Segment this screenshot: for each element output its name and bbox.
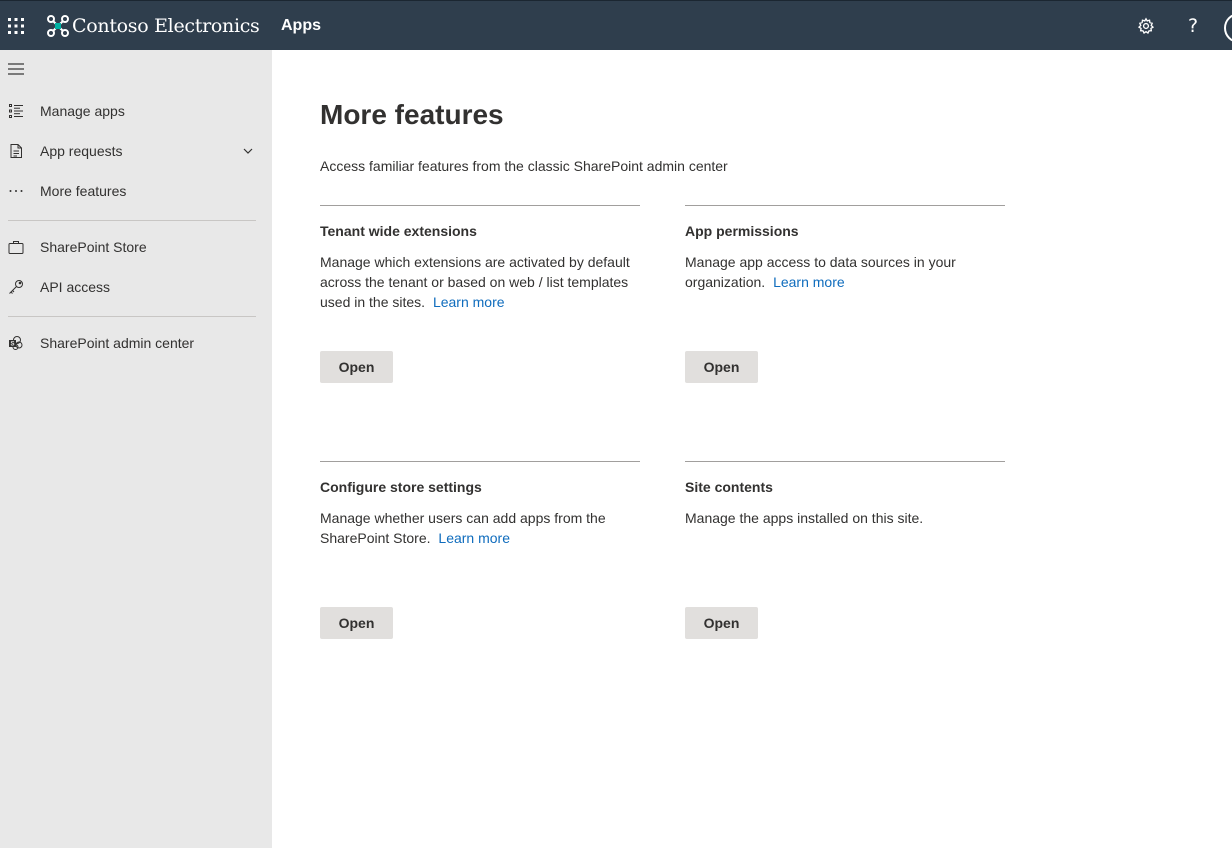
list-icon [7, 102, 25, 120]
nav-divider [8, 316, 256, 317]
card-title: Site contents [685, 479, 773, 495]
briefcase-icon [7, 238, 25, 256]
nav-item-more-features[interactable]: More features [0, 171, 272, 211]
app-launcher-waffle-icon[interactable] [8, 18, 24, 34]
open-button[interactable]: Open [320, 351, 393, 383]
open-button[interactable]: Open [320, 607, 393, 639]
nav-item-sharepoint-store[interactable]: SharePoint Store [0, 227, 272, 267]
chevron-down-icon[interactable] [241, 144, 255, 158]
nav-item-sharepoint-admin-center[interactable]: S SharePoint admin center [0, 323, 272, 363]
nav-item-label: App requests [40, 143, 123, 159]
nav-item-label: More features [40, 183, 127, 199]
nav-item-label: SharePoint Store [40, 239, 147, 255]
page-title: More features [320, 99, 504, 130]
card-title: Configure store settings [320, 479, 482, 495]
contoso-logo-icon [46, 14, 70, 38]
nav-item-label: SharePoint admin center [40, 335, 195, 351]
card-title: Tenant wide extensions [320, 223, 477, 239]
gear-icon[interactable] [1135, 15, 1157, 37]
card-description: Manage which extensions are activated by… [320, 252, 640, 312]
card-title: App permissions [685, 223, 799, 239]
brand-name: Contoso Electronics [72, 15, 260, 37]
open-button[interactable]: Open [685, 351, 758, 383]
card-tenant-wide-extensions: Tenant wide extensions Manage which exte… [320, 205, 640, 383]
nav-item-app-requests[interactable]: App requests [0, 131, 272, 171]
ellipsis-icon [7, 182, 25, 200]
learn-more-link[interactable]: Learn more [438, 530, 510, 546]
key-icon [7, 278, 25, 296]
learn-more-link[interactable]: Learn more [773, 274, 845, 290]
help-icon[interactable]: ? [1182, 15, 1204, 37]
card-app-permissions: App permissions Manage app access to dat… [685, 205, 1005, 383]
left-nav: Manage apps App requests More features S… [0, 50, 272, 848]
svg-text:S: S [10, 342, 14, 348]
card-description: Manage whether users can add apps from t… [320, 508, 640, 548]
nav-divider [8, 220, 256, 221]
document-icon [7, 142, 25, 160]
learn-more-link[interactable]: Learn more [433, 294, 505, 310]
card-description-text: Manage the apps installed on this site. [685, 510, 924, 526]
open-button[interactable]: Open [685, 607, 758, 639]
card-description: Manage the apps installed on this site. [685, 508, 1005, 528]
top-bar: Contoso Electronics Apps ? [0, 0, 1232, 50]
page-description: Access familiar features from the classi… [320, 158, 728, 174]
card-configure-store-settings: Configure store settings Manage whether … [320, 461, 640, 639]
brand[interactable]: Contoso Electronics [46, 13, 260, 39]
main-content: More features Access familiar features f… [272, 50, 1232, 848]
sharepoint-icon: S [7, 334, 25, 352]
app-title[interactable]: Apps [281, 17, 321, 35]
nav-item-manage-apps[interactable]: Manage apps [0, 91, 272, 131]
avatar[interactable] [1224, 13, 1232, 43]
nav-item-label: API access [40, 279, 111, 295]
nav-item-api-access[interactable]: API access [0, 267, 272, 307]
card-description: Manage app access to data sources in you… [685, 252, 1005, 292]
card-site-contents: Site contents Manage the apps installed … [685, 461, 1005, 639]
hamburger-menu-icon[interactable] [7, 62, 25, 76]
nav-item-label: Manage apps [40, 103, 125, 119]
